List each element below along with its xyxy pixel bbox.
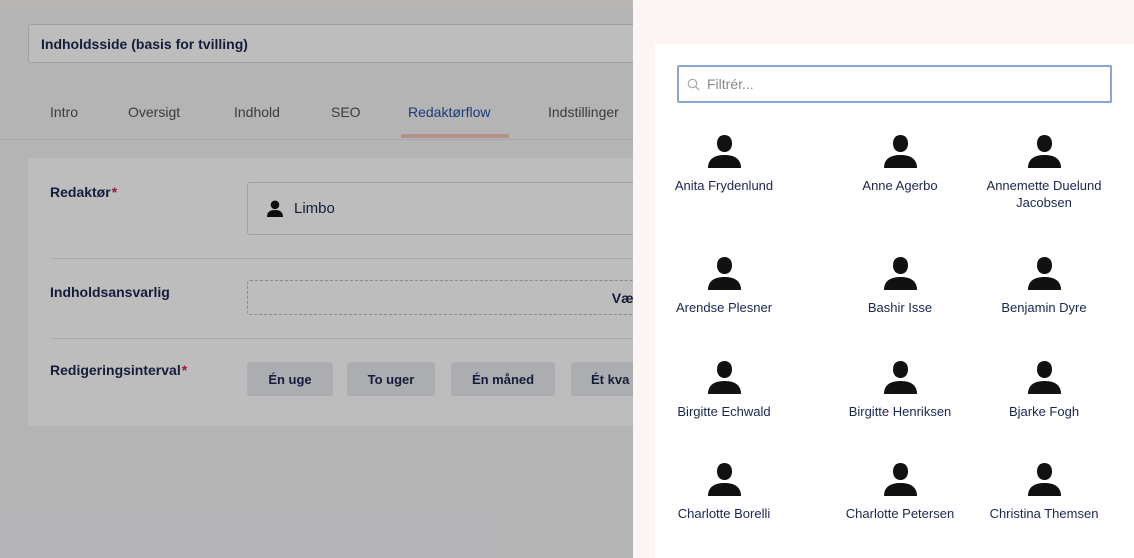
user-icon bbox=[974, 360, 1114, 396]
search-icon bbox=[687, 78, 700, 91]
user-name: Arendse Plesner bbox=[675, 300, 773, 315]
editor-select-field[interactable]: Limbo bbox=[247, 182, 633, 235]
tab-indhold[interactable]: Indhold bbox=[234, 104, 280, 120]
editorflow-panel: Redaktør* Limbo Indholdsansvarlig Vælg R… bbox=[28, 158, 633, 426]
user-option[interactable]: Annemette Duelund Jacobsen bbox=[974, 134, 1114, 211]
content-editor: Indholdsside (basis for tvilling) Intro … bbox=[0, 0, 633, 558]
tab-indstillinger[interactable]: Indstillinger bbox=[548, 104, 619, 120]
active-tab-indicator bbox=[401, 134, 509, 138]
user-option[interactable]: Bashir Isse bbox=[830, 256, 970, 316]
responsible-label: Indholdsansvarlig bbox=[50, 284, 170, 300]
tab-intro[interactable]: Intro bbox=[50, 104, 78, 120]
user-name: Christina Themsen bbox=[989, 506, 1099, 521]
tab-bar: Intro Oversigt Indhold SEO Redaktørflow … bbox=[0, 90, 633, 140]
user-icon bbox=[974, 256, 1114, 292]
interval-one-week-button[interactable]: Én uge bbox=[247, 362, 333, 396]
user-name: Charlotte Borelli bbox=[677, 506, 771, 521]
user-option[interactable]: Charlotte Petersen bbox=[830, 462, 970, 522]
required-marker: * bbox=[181, 362, 188, 378]
user-option[interactable]: Charlotte Borelli bbox=[654, 462, 794, 522]
top-strip bbox=[0, 0, 633, 8]
page-name-value: Indholdsside (basis for tvilling) bbox=[41, 35, 248, 52]
filter-placeholder: Filtrér... bbox=[707, 76, 754, 92]
interval-quarter-button[interactable]: Ét kva bbox=[571, 362, 633, 396]
user-icon bbox=[654, 360, 794, 396]
user-icon bbox=[654, 462, 794, 498]
user-icon bbox=[654, 256, 794, 292]
user-option[interactable]: Anne Agerbo bbox=[830, 134, 970, 194]
user-option[interactable]: Bjarke Fogh bbox=[974, 360, 1114, 420]
editor-label-text: Redaktør bbox=[50, 184, 111, 200]
user-name: Charlotte Petersen bbox=[845, 506, 955, 521]
tab-oversigt[interactable]: Oversigt bbox=[128, 104, 180, 120]
interval-two-weeks-button[interactable]: To uger bbox=[347, 362, 435, 396]
user-name: Anita Frydenlund bbox=[674, 178, 774, 193]
choose-label: Vælg bbox=[611, 289, 633, 306]
user-icon bbox=[974, 462, 1114, 498]
user-option[interactable]: Arendse Plesner bbox=[654, 256, 794, 316]
user-option[interactable]: Birgitte Echwald bbox=[654, 360, 794, 420]
user-icon bbox=[654, 134, 794, 170]
filter-input[interactable]: Filtrér... bbox=[677, 65, 1112, 103]
user-icon bbox=[830, 360, 970, 396]
user-name: Bjarke Fogh bbox=[1008, 404, 1080, 419]
user-icon bbox=[830, 462, 970, 498]
user-option[interactable]: Benjamin Dyre bbox=[974, 256, 1114, 316]
user-option[interactable]: Christina Themsen bbox=[974, 462, 1114, 522]
interval-one-month-button[interactable]: Én måned bbox=[451, 362, 555, 396]
user-option[interactable]: Birgitte Henriksen bbox=[830, 360, 970, 420]
user-name: Anne Agerbo bbox=[862, 178, 938, 193]
divider bbox=[50, 338, 633, 339]
user-name: Birgitte Henriksen bbox=[848, 404, 952, 419]
editor-label: Redaktør* bbox=[50, 184, 117, 200]
user-icon bbox=[266, 200, 284, 217]
user-picker-dialog: Filtrér... Anita Frydenlund Anne Agerbo An… bbox=[633, 0, 1134, 558]
interval-label-text: Redigeringsinterval bbox=[50, 362, 181, 378]
required-marker: * bbox=[111, 184, 118, 200]
user-name: Annemette Duelund Jacobsen bbox=[986, 178, 1102, 210]
user-option[interactable]: Anita Frydenlund bbox=[654, 134, 794, 194]
interval-label: Redigeringsinterval* bbox=[50, 362, 187, 378]
editor-value: Limbo bbox=[294, 200, 335, 217]
user-name: Birgitte Echwald bbox=[677, 404, 771, 419]
page-name-field[interactable]: Indholdsside (basis for tvilling) bbox=[28, 24, 633, 63]
divider bbox=[50, 258, 633, 259]
user-icon bbox=[974, 134, 1114, 170]
user-picker-card: Filtrér... Anita Frydenlund Anne Agerbo An… bbox=[655, 44, 1134, 558]
user-name: Benjamin Dyre bbox=[1001, 300, 1087, 315]
user-icon bbox=[830, 256, 970, 292]
tab-redaktorflow[interactable]: Redaktørflow bbox=[408, 104, 490, 120]
choose-responsible-button[interactable]: Vælg bbox=[247, 280, 633, 315]
tab-seo[interactable]: SEO bbox=[331, 104, 361, 120]
user-icon bbox=[830, 134, 970, 170]
user-name: Bashir Isse bbox=[867, 300, 933, 315]
